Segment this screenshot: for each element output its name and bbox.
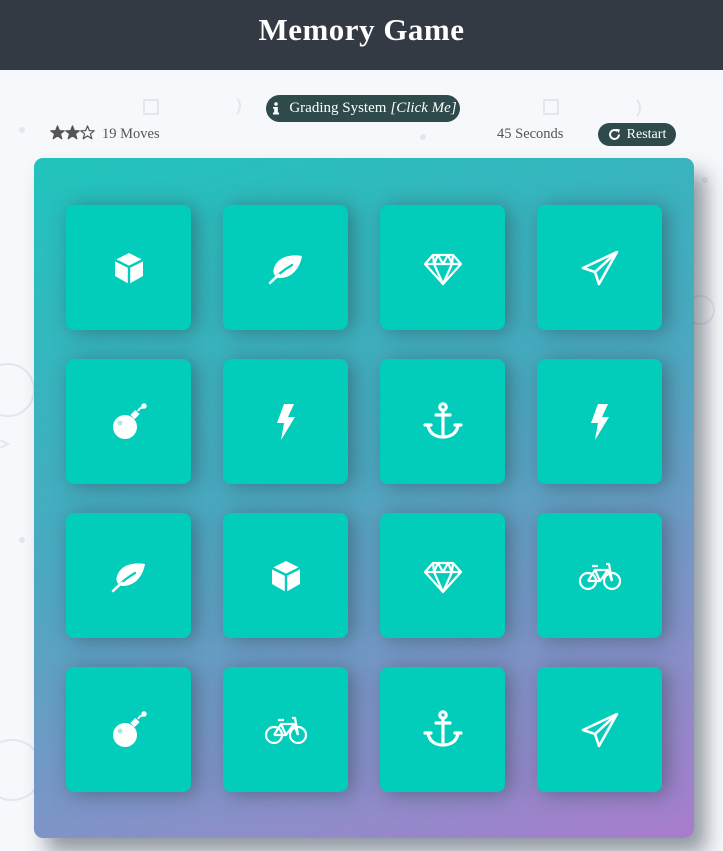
card[interactable]: [223, 359, 348, 484]
timer: 45 Seconds: [497, 126, 564, 142]
card[interactable]: [380, 205, 505, 330]
score-panel: 19 Moves 45 Seconds Restart: [50, 123, 676, 147]
paper-plane-icon: [578, 246, 622, 290]
bolt-icon: [578, 400, 622, 444]
card-deck: [34, 158, 694, 838]
header: Memory Game: [0, 0, 723, 70]
bomb-icon: [107, 708, 151, 752]
star-empty-icon: [80, 125, 95, 145]
star-filled-icon: [65, 125, 80, 145]
restart-label: Restart: [626, 126, 667, 142]
card[interactable]: [380, 359, 505, 484]
card[interactable]: [537, 359, 662, 484]
restart-icon: [608, 128, 620, 140]
restart-button[interactable]: Restart: [598, 123, 676, 146]
grading-system-cta: [Click Me]: [390, 100, 457, 116]
bomb-icon: [107, 400, 151, 444]
diamond-icon: [421, 554, 465, 598]
star-filled-icon: [50, 125, 65, 145]
moves-counter: 19 Moves: [102, 126, 160, 142]
page-title: Memory Game: [258, 12, 465, 47]
info-icon: [269, 102, 283, 115]
bolt-icon: [264, 400, 308, 444]
card[interactable]: [223, 667, 348, 792]
card[interactable]: [66, 513, 191, 638]
cube-icon: [107, 246, 151, 290]
card[interactable]: [223, 513, 348, 638]
diamond-icon: [421, 246, 465, 290]
card[interactable]: [537, 513, 662, 638]
star-rating: [50, 125, 95, 145]
bicycle-icon: [578, 554, 622, 598]
paper-plane-icon: [578, 708, 622, 752]
grading-system-button[interactable]: Grading System [Click Me]: [266, 95, 460, 122]
cube-icon: [264, 554, 308, 598]
card[interactable]: [223, 205, 348, 330]
card[interactable]: [537, 667, 662, 792]
card[interactable]: [537, 205, 662, 330]
card[interactable]: [66, 359, 191, 484]
bicycle-icon: [264, 708, 308, 752]
leaf-icon: [264, 246, 308, 290]
grading-system-label: Grading System: [289, 100, 387, 116]
card[interactable]: [380, 513, 505, 638]
anchor-icon: [421, 400, 465, 444]
leaf-icon: [107, 554, 151, 598]
anchor-icon: [421, 708, 465, 752]
card[interactable]: [380, 667, 505, 792]
card[interactable]: [66, 205, 191, 330]
card[interactable]: [66, 667, 191, 792]
